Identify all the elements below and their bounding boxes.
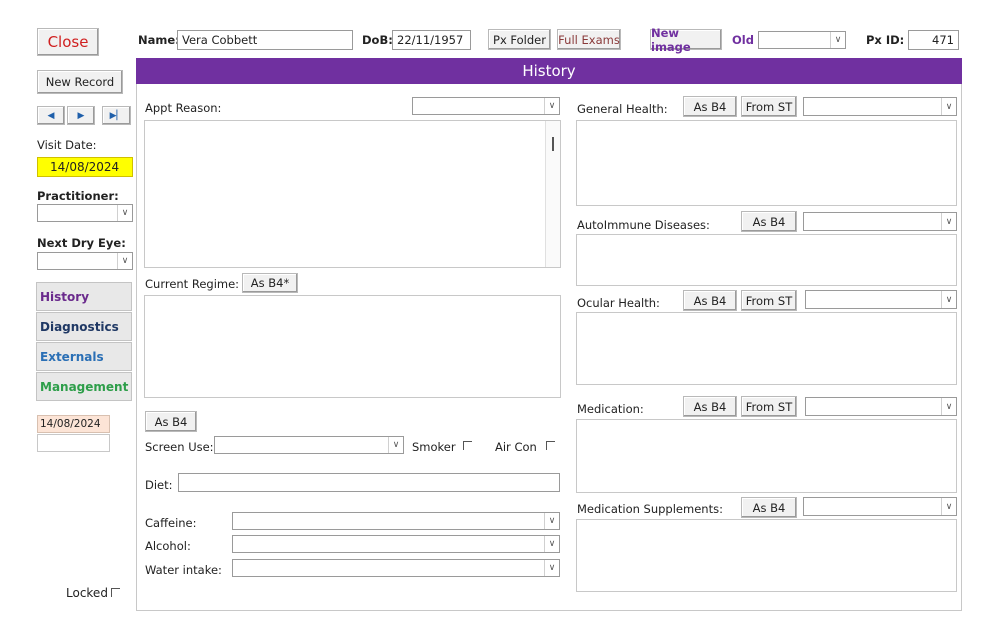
chevron-down-icon: ∨ — [117, 253, 132, 269]
medication-as-b4-button[interactable]: As B4 — [683, 396, 737, 417]
water-intake-select[interactable]: ∨ — [232, 559, 560, 577]
alcohol-select[interactable]: ∨ — [232, 535, 560, 553]
general-health-label: General Health: — [577, 102, 668, 116]
last-record-icon: ▶▏ — [109, 110, 124, 121]
ocular-health-label: Ocular Health: — [577, 296, 660, 310]
visit-date-label: Visit Date: — [37, 138, 97, 152]
practitioner-select[interactable]: ∨ — [37, 204, 133, 222]
chevron-down-icon: ∨ — [830, 32, 845, 48]
water-intake-label: Water intake: — [145, 563, 222, 577]
supplements-select[interactable]: ∨ — [803, 497, 957, 516]
last-record-button[interactable]: ▶▏ — [102, 106, 131, 125]
name-field[interactable]: Vera Cobbett — [177, 30, 353, 50]
medication-textarea[interactable] — [576, 419, 957, 493]
locked-checkbox[interactable] — [111, 588, 120, 597]
current-regime-label: Current Regime: — [145, 277, 240, 291]
ocular-health-textarea[interactable] — [576, 312, 957, 385]
appt-reason-textarea[interactable] — [144, 120, 561, 268]
as-b4-button-lifestyle[interactable]: As B4 — [145, 411, 197, 432]
next-record-button[interactable]: ▶ — [67, 106, 95, 125]
general-health-from-st-button[interactable]: From ST — [741, 96, 797, 117]
chevron-down-icon: ∨ — [544, 560, 559, 576]
autoimmune-as-b4-button[interactable]: As B4 — [741, 211, 797, 232]
history-date-blank[interactable] — [37, 434, 110, 452]
ocular-health-as-b4-button[interactable]: As B4 — [683, 290, 737, 311]
name-label: Name: — [138, 33, 180, 47]
pxid-field[interactable]: 471 — [908, 30, 959, 50]
tab-externals[interactable]: Externals — [36, 342, 132, 371]
air-con-checkbox[interactable] — [546, 441, 555, 450]
dob-field[interactable]: 22/11/1957 — [392, 30, 471, 50]
appt-reason-select[interactable]: ∨ — [412, 97, 560, 115]
triangle-left-icon: ◀ — [47, 110, 55, 121]
chevron-down-icon: ∨ — [117, 205, 132, 221]
chevron-down-icon: ∨ — [941, 98, 956, 115]
dob-label: DoB: — [362, 33, 393, 47]
smoker-checkbox[interactable] — [463, 441, 472, 450]
caffeine-label: Caffeine: — [145, 516, 197, 530]
appt-reason-label: Appt Reason: — [145, 101, 222, 115]
old-select[interactable]: ∨ — [758, 31, 846, 49]
alcohol-label: Alcohol: — [145, 539, 191, 553]
chevron-down-icon: ∨ — [941, 398, 956, 415]
autoimmune-select[interactable]: ∨ — [803, 212, 957, 231]
chevron-down-icon: ∨ — [544, 513, 559, 529]
general-health-textarea[interactable] — [576, 120, 957, 206]
full-exams-button[interactable]: Full Exams — [557, 29, 621, 50]
close-button[interactable]: Close — [37, 28, 99, 56]
scrollbar[interactable] — [545, 121, 560, 267]
new-record-button[interactable]: New Record — [37, 70, 123, 94]
history-date-field[interactable]: 14/08/2024 — [37, 415, 110, 433]
diet-label: Diet: — [145, 478, 173, 492]
autoimmune-textarea[interactable] — [576, 234, 957, 286]
medication-select[interactable]: ∨ — [805, 397, 957, 416]
next-dry-eye-label: Next Dry Eye: — [37, 236, 126, 250]
medication-from-st-button[interactable]: From ST — [741, 396, 797, 417]
pxid-label: Px ID: — [866, 33, 905, 47]
triangle-right-icon: ▶ — [77, 110, 85, 121]
practitioner-label: Practitioner: — [37, 189, 119, 203]
prev-record-button[interactable]: ◀ — [37, 106, 65, 125]
ocular-health-select[interactable]: ∨ — [805, 290, 957, 309]
diet-field[interactable] — [178, 473, 560, 492]
general-health-as-b4-button[interactable]: As B4 — [683, 96, 737, 117]
air-con-label: Air Con — [495, 440, 537, 454]
chevron-down-icon: ∨ — [941, 213, 956, 230]
visit-date-field[interactable]: 14/08/2024 — [37, 157, 133, 177]
smoker-label: Smoker — [412, 440, 456, 454]
page-header: History — [136, 58, 962, 84]
supplements-textarea[interactable] — [576, 519, 957, 592]
ocular-health-from-st-button[interactable]: From ST — [741, 290, 797, 311]
current-regime-textarea[interactable] — [144, 295, 561, 398]
locked-label: Locked — [66, 586, 108, 600]
medication-label: Medication: — [577, 402, 644, 416]
tab-history[interactable]: History — [36, 282, 132, 311]
screen-use-select[interactable]: ∨ — [214, 436, 404, 454]
tab-diagnostics[interactable]: Diagnostics — [36, 312, 132, 341]
general-health-select[interactable]: ∨ — [803, 97, 957, 116]
new-image-button[interactable]: New image — [650, 26, 722, 54]
px-folder-button[interactable]: Px Folder — [488, 29, 551, 50]
screen-use-label: Screen Use: — [145, 440, 214, 454]
tab-management[interactable]: Management — [36, 372, 132, 401]
chevron-down-icon: ∨ — [544, 536, 559, 552]
chevron-down-icon: ∨ — [544, 98, 559, 114]
supplements-as-b4-button[interactable]: As B4 — [741, 497, 797, 518]
as-b4-star-button[interactable]: As B4* — [242, 273, 298, 293]
old-label: Old — [732, 33, 754, 47]
next-dry-eye-select[interactable]: ∨ — [37, 252, 133, 270]
chevron-down-icon: ∨ — [941, 291, 956, 308]
supplements-label: Medication Supplements: — [577, 502, 723, 516]
chevron-down-icon: ∨ — [941, 498, 956, 515]
chevron-down-icon: ∨ — [388, 437, 403, 453]
autoimmune-label: AutoImmune Diseases: — [577, 218, 710, 232]
caffeine-select[interactable]: ∨ — [232, 512, 560, 530]
